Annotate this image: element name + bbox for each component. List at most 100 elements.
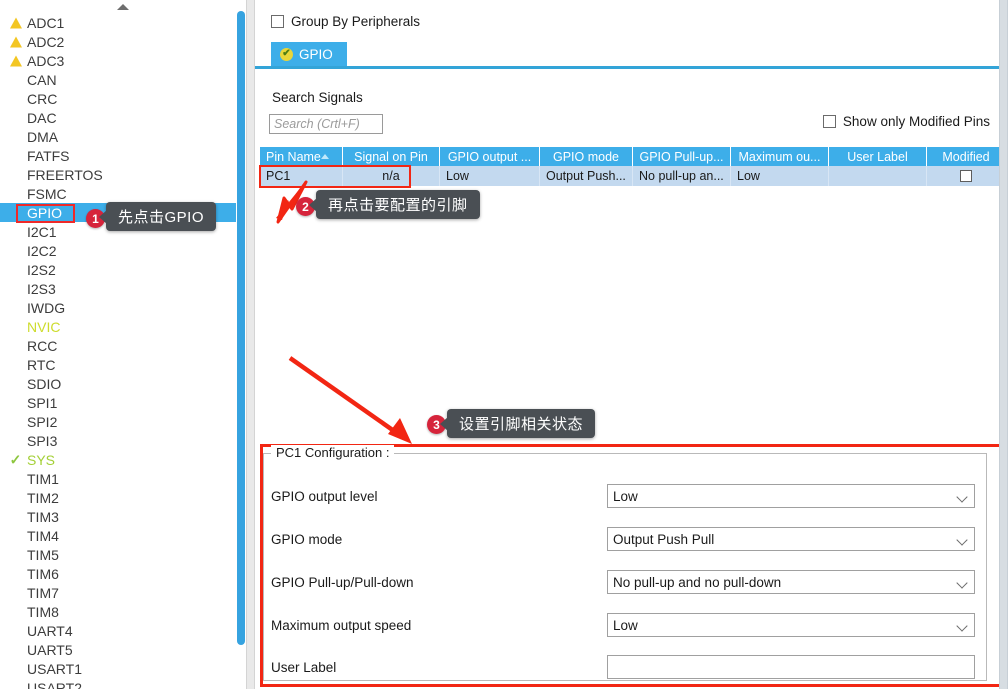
sidebar-item-label: DMA <box>27 128 59 145</box>
sidebar-item-label: I2S2 <box>27 261 56 278</box>
cell-user-label <box>829 166 927 186</box>
sidebar-item-label: RCC <box>27 337 58 354</box>
sidebar-item-label: TIM4 <box>27 527 59 544</box>
sidebar-item-label: SPI1 <box>27 394 58 411</box>
sidebar-item-rcc[interactable]: RCC <box>0 336 236 355</box>
col-header-modified[interactable]: Modified <box>927 147 1006 166</box>
col-header-gpio-pullup[interactable]: GPIO Pull-up... <box>633 147 731 166</box>
sidebar-item-fatfs[interactable]: FATFS <box>0 146 236 165</box>
search-signals-label: Search Signals <box>272 90 363 105</box>
chevron-down-icon <box>956 534 968 546</box>
peripheral-tree: ADC1 ADC2 ADC3 CAN CRC DAC DMA FATFS FREERTOS FSM… <box>0 13 236 689</box>
sidebar-item-label: USART2 <box>27 679 82 689</box>
checkbox-box-icon <box>960 170 972 182</box>
select-max-output-speed[interactable]: Low <box>607 613 975 637</box>
sidebar-item-adc1[interactable]: ADC1 <box>0 13 236 32</box>
select-gpio-output-level-value: Low <box>613 488 638 504</box>
sidebar-item-dac[interactable]: DAC <box>0 108 236 127</box>
sidebar-item-i2s2[interactable]: I2S2 <box>0 260 236 279</box>
sidebar-item-adc3[interactable]: ADC3 <box>0 51 236 70</box>
show-only-modified-pins-label: Show only Modified Pins <box>842 114 990 129</box>
cell-modified[interactable] <box>927 166 1006 186</box>
col-header-pin-name[interactable]: Pin Name <box>260 147 343 166</box>
form-row-gpio-pull: GPIO Pull-up/Pull-down No pull-up and no… <box>255 570 1001 594</box>
group-by-peripherals-checkbox[interactable]: Group By Peripherals <box>271 14 420 29</box>
warning-triangle-icon <box>8 34 23 49</box>
label-gpio-output-level: GPIO output level <box>271 488 378 504</box>
sidebar-item-label: SDIO <box>27 375 62 392</box>
right-splitter-inner <box>1000 0 1007 689</box>
sidebar-item-spi3[interactable]: SPI3 <box>0 431 236 450</box>
select-gpio-mode[interactable]: Output Push Pull <box>607 527 975 551</box>
col-header-signal-on-pin[interactable]: Signal on Pin <box>343 147 440 166</box>
sidebar-item-dma[interactable]: DMA <box>0 127 236 146</box>
cell-gpio-pullup: No pull-up an... <box>633 166 731 186</box>
select-gpio-pull[interactable]: No pull-up and no pull-down <box>607 570 975 594</box>
sidebar-item-spi2[interactable]: SPI2 <box>0 412 236 431</box>
sidebar-item-nvic[interactable]: NVIC <box>0 317 236 336</box>
cell-pin-name: PC1 <box>260 166 343 186</box>
sidebar-item-can[interactable]: CAN <box>0 70 236 89</box>
col-header-gpio-output-level[interactable]: GPIO output ... <box>440 147 540 166</box>
sidebar-scrollbar-thumb[interactable] <box>237 11 245 645</box>
col-header-gpio-mode[interactable]: GPIO mode <box>540 147 633 166</box>
sidebar-item-label: FREERTOS <box>27 166 103 183</box>
sidebar-item-i2s3[interactable]: I2S3 <box>0 279 236 298</box>
sidebar-item-label: TIM7 <box>27 584 59 601</box>
col-header-label: Pin Name <box>266 149 321 164</box>
sidebar-item-fsmc[interactable]: FSMC <box>0 184 236 203</box>
cell-gpio-mode: Output Push... <box>540 166 633 186</box>
sidebar-item-sys[interactable]: ✓ SYS <box>0 450 236 469</box>
tab-gpio-label: GPIO <box>299 46 333 62</box>
sidebar-item-spi1[interactable]: SPI1 <box>0 393 236 412</box>
tab-gpio[interactable]: ✔ GPIO <box>271 42 347 66</box>
sidebar-scroll-up-button[interactable] <box>111 1 135 13</box>
sidebar-item-tim8[interactable]: TIM8 <box>0 602 236 621</box>
sidebar-item-adc2[interactable]: ADC2 <box>0 32 236 51</box>
sidebar-item-label: TIM1 <box>27 470 59 487</box>
sidebar-item-tim3[interactable]: TIM3 <box>0 507 236 526</box>
chevron-down-icon <box>956 620 968 632</box>
tab-underline <box>255 66 1000 69</box>
sidebar-item-uart5[interactable]: UART5 <box>0 640 236 659</box>
cell-signal-on-pin: n/a <box>343 166 440 186</box>
show-only-modified-pins-checkbox[interactable]: Show only Modified Pins <box>822 114 990 129</box>
col-header-user-label[interactable]: User Label <box>829 147 927 166</box>
sidebar-item-crc[interactable]: CRC <box>0 89 236 108</box>
sidebar-item-label: DAC <box>27 109 57 126</box>
sidebar-item-freertos[interactable]: FREERTOS <box>0 165 236 184</box>
col-header-maximum-output[interactable]: Maximum ou... <box>731 147 829 166</box>
table-row[interactable]: PC1 n/a Low Output Push... No pull-up an… <box>260 166 1006 186</box>
sidebar-item-usart1[interactable]: USART1 <box>0 659 236 678</box>
sidebar-item-label: TIM2 <box>27 489 59 506</box>
form-row-gpio-output-level: GPIO output level Low <box>255 484 1001 508</box>
form-row-gpio-mode: GPIO mode Output Push Pull <box>255 527 1001 551</box>
search-input[interactable] <box>269 114 383 134</box>
sidebar-item-tim7[interactable]: TIM7 <box>0 583 236 602</box>
sidebar-item-uart4[interactable]: UART4 <box>0 621 236 640</box>
sidebar-item-tim5[interactable]: TIM5 <box>0 545 236 564</box>
input-user-label[interactable] <box>607 655 975 679</box>
sidebar-item-tim6[interactable]: TIM6 <box>0 564 236 583</box>
sidebar-item-tim2[interactable]: TIM2 <box>0 488 236 507</box>
sidebar-item-label: FSMC <box>27 185 67 202</box>
select-gpio-output-level[interactable]: Low <box>607 484 975 508</box>
sidebar-item-tim4[interactable]: TIM4 <box>0 526 236 545</box>
table-header-row: Pin Name Signal on Pin GPIO output ... G… <box>260 147 1006 166</box>
sidebar-item-label: I2C1 <box>27 223 57 240</box>
sidebar-item-sdio[interactable]: SDIO <box>0 374 236 393</box>
sidebar-item-label: I2C2 <box>27 242 57 259</box>
sidebar-item-rtc[interactable]: RTC <box>0 355 236 374</box>
label-gpio-pull: GPIO Pull-up/Pull-down <box>271 574 414 590</box>
left-splitter-inner <box>247 0 254 689</box>
sidebar-item-usart2[interactable]: USART2 <box>0 678 236 689</box>
sidebar-item-tim1[interactable]: TIM1 <box>0 469 236 488</box>
sidebar-item-iwdg[interactable]: IWDG <box>0 298 236 317</box>
warning-triangle-glyph <box>9 17 22 28</box>
sidebar-item-i2c2[interactable]: I2C2 <box>0 241 236 260</box>
label-gpio-mode: GPIO mode <box>271 531 343 547</box>
sort-asc-icon <box>321 154 329 159</box>
select-gpio-pull-value: No pull-up and no pull-down <box>613 574 782 590</box>
sidebar-item-label: IWDG <box>27 299 66 316</box>
peripherals-sidebar: ADC1 ADC2 ADC3 CAN CRC DAC DMA FATFS FREERTOS FSM… <box>0 0 237 689</box>
